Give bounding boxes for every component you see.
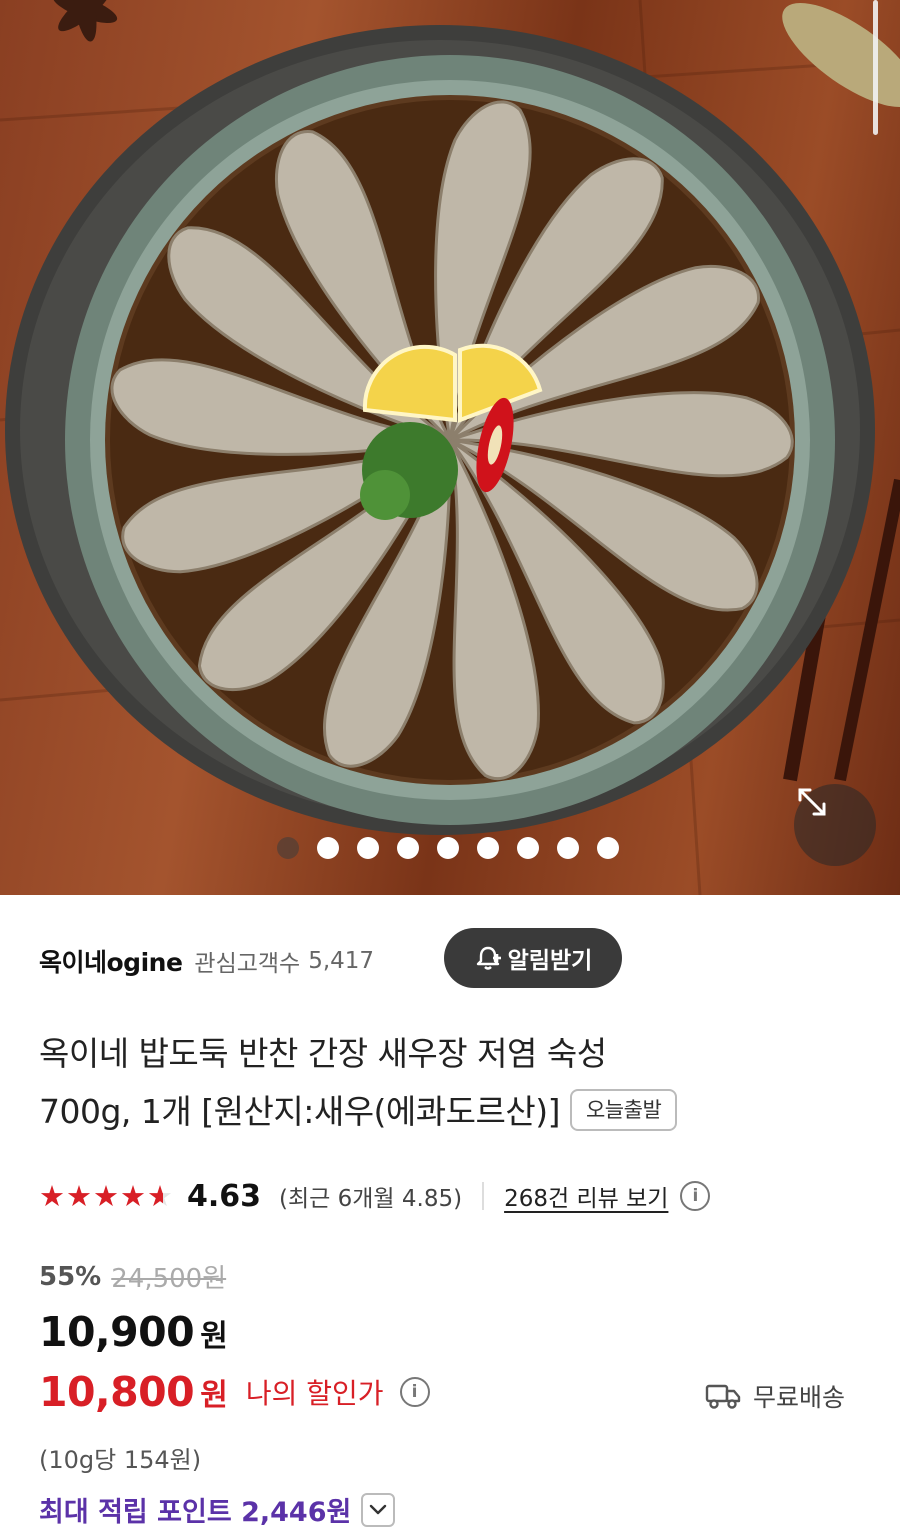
my-discount-label: 나의 할인가 bbox=[245, 1377, 384, 1410]
product-title-line1: 옥이네 밥도둑 반찬 간장 새우장 저염 숙성 bbox=[39, 1034, 607, 1073]
discount-row: 55% 24,500원 bbox=[39, 1258, 226, 1295]
product-image[interactable] bbox=[0, 0, 900, 895]
carousel-dot[interactable] bbox=[597, 837, 619, 859]
follower-count: 5,417 bbox=[308, 948, 375, 974]
rating-score: 4.63 bbox=[187, 1178, 262, 1214]
seller-name[interactable]: 옥이네ogine bbox=[39, 943, 183, 979]
bell-plus-icon bbox=[476, 946, 501, 970]
product-title-line2-wrap: 700g, 1개 [원산지:새우(에콰도르산)] 오늘출발 bbox=[39, 1083, 869, 1141]
max-points: 최대 적립 포인트 2,446원 bbox=[39, 1497, 352, 1528]
alert-button-label: 알림받기 bbox=[507, 948, 593, 974]
original-price: 24,500원 bbox=[111, 1264, 227, 1294]
carousel-dot[interactable] bbox=[317, 837, 339, 859]
rating-row: ★ ★ ★ ★ ★ 4.63 (최근 6개월 4.85) 268건 리뷰 보기 … bbox=[39, 1173, 711, 1219]
free-shipping-label: 무료배송 bbox=[753, 1383, 846, 1412]
alert-subscribe-button[interactable]: 알림받기 bbox=[444, 928, 622, 988]
currency-unit: 원 bbox=[200, 1319, 228, 1354]
carousel-dot[interactable] bbox=[437, 837, 459, 859]
my-discount-price: 10,800 bbox=[39, 1368, 195, 1416]
my-price-row: 10,800 원 나의 할인가 i bbox=[39, 1368, 430, 1416]
carousel-indicator bbox=[277, 837, 619, 859]
today-shipping-badge: 오늘출발 bbox=[569, 1088, 678, 1131]
product-title-line2: 700g, 1개 [원산지:새우(에콰도르산)] bbox=[39, 1092, 560, 1131]
carousel-dot[interactable] bbox=[397, 837, 419, 859]
star-icon: ★ bbox=[93, 1178, 119, 1213]
info-icon[interactable]: i bbox=[680, 1181, 711, 1211]
carousel-dot[interactable] bbox=[477, 837, 499, 859]
product-title: 옥이네 밥도둑 반찬 간장 새우장 저염 숙성 700g, 1개 [원산지:새우… bbox=[39, 1025, 869, 1141]
carousel-dot[interactable] bbox=[357, 837, 379, 859]
star-icon: ★ bbox=[66, 1178, 92, 1213]
half-star-icon: ★ bbox=[147, 1178, 173, 1213]
scrollbar-thumb[interactable] bbox=[873, 0, 878, 135]
truck-icon bbox=[705, 1384, 741, 1409]
sale-price: 10,900 bbox=[39, 1308, 195, 1356]
my-currency-unit: 원 bbox=[200, 1378, 228, 1413]
carousel-dot[interactable] bbox=[557, 837, 579, 859]
price-row: 10,900 원 bbox=[39, 1308, 228, 1356]
carousel-dot[interactable] bbox=[277, 837, 299, 859]
points-expand-button[interactable] bbox=[361, 1492, 396, 1527]
free-shipping: 무료배송 bbox=[705, 1378, 845, 1414]
expand-arrows-icon bbox=[798, 788, 826, 816]
chevron-down-icon bbox=[370, 1504, 387, 1514]
expand-image-button[interactable] bbox=[794, 784, 876, 866]
star-rating: ★ ★ ★ ★ ★ bbox=[39, 1178, 173, 1213]
info-icon[interactable]: i bbox=[399, 1377, 430, 1407]
unit-price: (10g당 154원) bbox=[39, 1446, 202, 1474]
seller-row: 옥이네ogine 관심고객수 5,417 bbox=[39, 935, 374, 987]
review-link[interactable]: 268건 리뷰 보기 bbox=[504, 1179, 668, 1213]
star-icon: ★ bbox=[39, 1178, 65, 1213]
points-row: 최대 적립 포인트 2,446원 bbox=[39, 1490, 396, 1529]
recent-rating: (최근 6개월 4.85) bbox=[279, 1186, 463, 1212]
star-icon: ★ bbox=[120, 1178, 146, 1213]
follower-label: 관심고객수 bbox=[194, 951, 301, 977]
divider bbox=[482, 1182, 485, 1210]
carousel-dot[interactable] bbox=[517, 837, 539, 859]
discount-rate: 55% bbox=[39, 1261, 102, 1292]
shrimp-dish-illustration bbox=[0, 0, 900, 895]
